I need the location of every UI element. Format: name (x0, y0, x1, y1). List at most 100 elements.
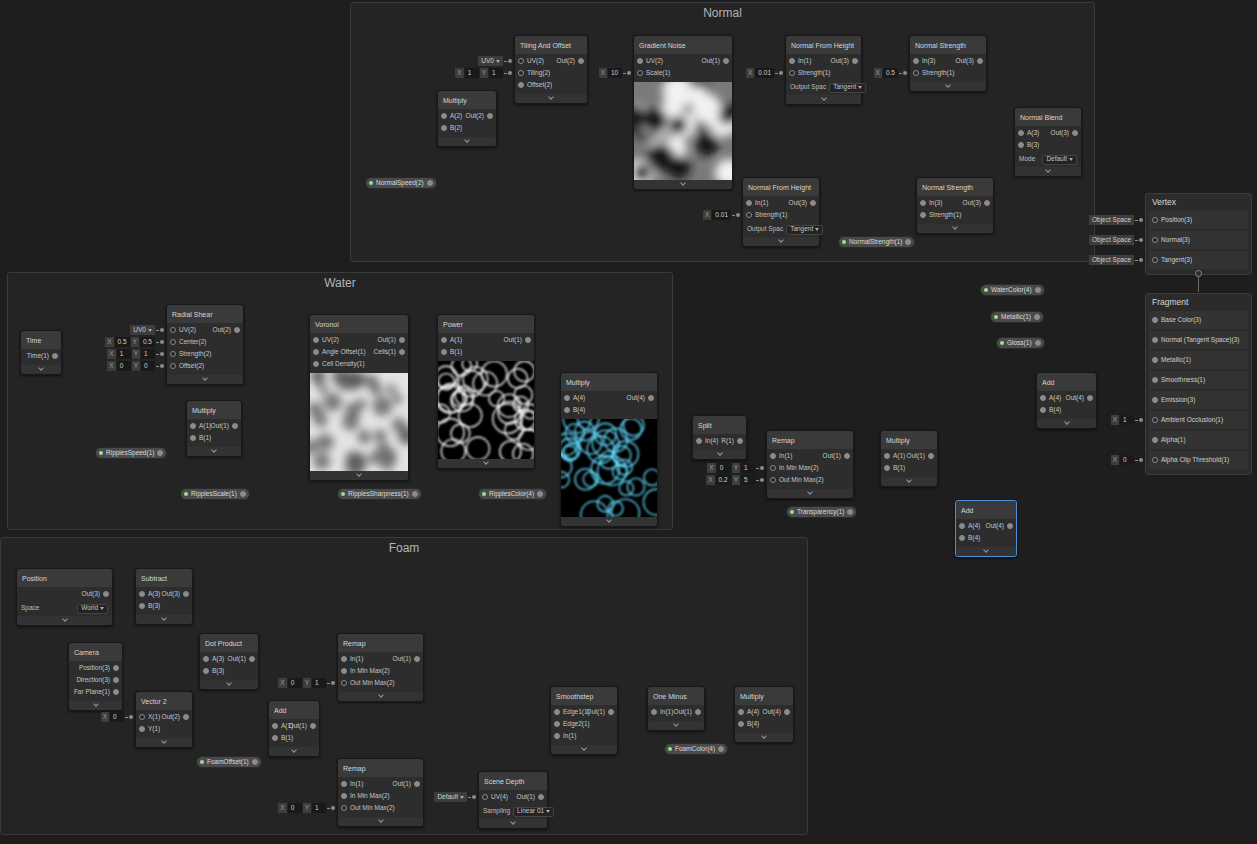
input-port[interactable]: Strength(1) (917, 209, 962, 221)
port-dot[interactable] (770, 453, 776, 459)
inline-field[interactable]: X1 (1111, 415, 1143, 425)
port-dot[interactable] (746, 212, 752, 218)
collapse-bar[interactable] (786, 95, 861, 104)
port-dot[interactable] (341, 805, 347, 811)
graph-node[interactable]: Normal BlendA(3)B(3)Out(3)ModeDefault (1014, 107, 1082, 177)
block-port[interactable]: Metallic(1) (1149, 351, 1248, 369)
port-dot[interactable] (959, 523, 965, 529)
node-option[interactable]: Output SpacTangent (743, 224, 819, 237)
graph-node[interactable]: RemapIn(1)In Min Max(2)Out Min Max(2)X0Y… (337, 758, 424, 827)
input-port[interactable]: In(3) (917, 197, 962, 209)
port-dot[interactable] (1152, 337, 1158, 343)
output-port[interactable]: Out(1) (228, 653, 258, 665)
port-dot[interactable] (810, 200, 816, 206)
port-dot[interactable] (52, 353, 58, 359)
collapse-bar[interactable] (200, 680, 258, 689)
collapse-bar[interactable] (187, 447, 241, 456)
input-port[interactable]: In(1) (767, 450, 823, 462)
port-dot[interactable] (1007, 523, 1013, 529)
graph-node[interactable]: Normal From HeightIn(1)Strength(1)X0.01O… (742, 177, 820, 247)
input-port[interactable]: Out Min Max(2)X0Y1 (338, 677, 393, 689)
collapse-bar[interactable] (561, 517, 657, 526)
input-port[interactable]: B(1) (438, 346, 462, 358)
input-port[interactable]: B(4) (561, 404, 585, 416)
graph-node[interactable]: MultiplyA(1)B(1)Out(1) (186, 400, 242, 457)
node-header[interactable]: Position (17, 569, 112, 587)
port-dot[interactable] (341, 668, 347, 674)
input-port[interactable]: Offset(2) (515, 79, 552, 91)
port-dot[interactable] (234, 327, 240, 333)
inline-field[interactable]: X0.5Y0.5 (105, 337, 164, 347)
output-port[interactable]: Out(1) (517, 791, 547, 803)
output-port[interactable]: Time(1) (27, 350, 61, 362)
master-block[interactable]: VertexPosition(3)Object SpaceNormal(3)Ob… (1145, 193, 1252, 275)
output-port[interactable]: Out(4) (1066, 392, 1096, 404)
property-node[interactable]: NormalSpeed(2) (365, 177, 437, 189)
property-node[interactable]: Transparency(1) (786, 506, 857, 518)
port-dot[interactable] (637, 58, 643, 64)
port-dot[interactable] (1040, 395, 1046, 401)
node-header[interactable]: Normal Strength (910, 36, 986, 54)
port-dot[interactable] (1152, 457, 1158, 463)
output-port[interactable]: Out(3) (831, 55, 861, 67)
block-port[interactable]: Base Color(3) (1149, 311, 1248, 329)
port-dot[interactable] (272, 735, 278, 741)
port-dot[interactable] (525, 337, 531, 343)
port-dot[interactable] (1040, 407, 1046, 413)
port-dot[interactable] (920, 212, 926, 218)
port-dot[interactable] (1035, 287, 1041, 293)
input-port[interactable]: In(4) (693, 435, 718, 447)
input-port[interactable]: In(1) (551, 730, 587, 742)
port-dot[interactable] (518, 70, 524, 76)
input-port[interactable]: A(3) (1015, 127, 1039, 139)
port-dot[interactable] (1152, 397, 1158, 403)
port-dot[interactable] (847, 509, 853, 515)
node-header[interactable]: Normal From Height (743, 178, 819, 196)
port-dot[interactable] (554, 733, 560, 739)
output-port[interactable]: R(1) (721, 435, 746, 447)
graph-node[interactable]: RemapIn(1)In Min Max(2)Out Min Max(2)X0Y… (337, 633, 424, 702)
port-dot[interactable] (183, 591, 189, 597)
output-port[interactable]: Out(2) (213, 324, 243, 336)
inline-field[interactable]: Default (434, 792, 476, 802)
input-port[interactable]: Edge2(1) (551, 718, 587, 730)
output-port[interactable]: Out(2) (162, 711, 192, 723)
port-dot[interactable] (1034, 314, 1040, 320)
output-port[interactable]: Out(1) (823, 450, 853, 462)
inline-field[interactable]: X0 (101, 712, 133, 722)
port-dot[interactable] (203, 656, 209, 662)
collapse-bar[interactable] (634, 180, 732, 189)
inline-field[interactable]: X1Y1 (455, 68, 512, 78)
port-dot[interactable] (738, 721, 744, 727)
port-dot[interactable] (341, 781, 347, 787)
master-block[interactable]: FragmentBase Color(3)Normal (Tangent Spa… (1145, 293, 1252, 475)
input-port[interactable]: Scale(1)X10 (634, 67, 670, 79)
inline-field[interactable]: UV0 (130, 325, 164, 335)
graph-node[interactable]: TimeTime(1) (20, 330, 62, 375)
port-dot[interactable] (139, 591, 145, 597)
port-dot[interactable] (113, 677, 119, 683)
property-node[interactable]: WaterColor(4) (980, 284, 1045, 296)
port-dot[interactable] (482, 794, 488, 800)
node-option[interactable]: ModeDefault (1015, 154, 1081, 167)
inline-field[interactable]: X0Y1 (707, 463, 764, 473)
port-dot[interactable] (884, 453, 890, 459)
port-dot[interactable] (183, 714, 189, 720)
output-port[interactable]: Far Plane(1) (74, 686, 122, 698)
collapse-bar[interactable] (515, 94, 587, 103)
port-dot[interactable] (414, 656, 420, 662)
inline-field[interactable]: X10 (599, 68, 631, 78)
port-dot[interactable] (723, 58, 729, 64)
node-header[interactable]: Normal From Height (786, 36, 861, 54)
output-port[interactable]: Out(3) (956, 55, 986, 67)
input-port[interactable]: UV(2) (634, 55, 670, 67)
option-dropdown[interactable]: Tangent (829, 83, 866, 93)
input-port[interactable]: Center(2)X0.5Y0.5 (167, 336, 212, 348)
input-port[interactable]: Strength(1)X0.01 (743, 209, 788, 221)
node-header[interactable]: Time (21, 331, 61, 349)
port-dot[interactable] (157, 450, 163, 456)
port-dot[interactable] (538, 794, 544, 800)
port-dot[interactable] (905, 239, 911, 245)
node-header[interactable]: Remap (338, 759, 423, 777)
port-dot[interactable] (784, 709, 790, 715)
